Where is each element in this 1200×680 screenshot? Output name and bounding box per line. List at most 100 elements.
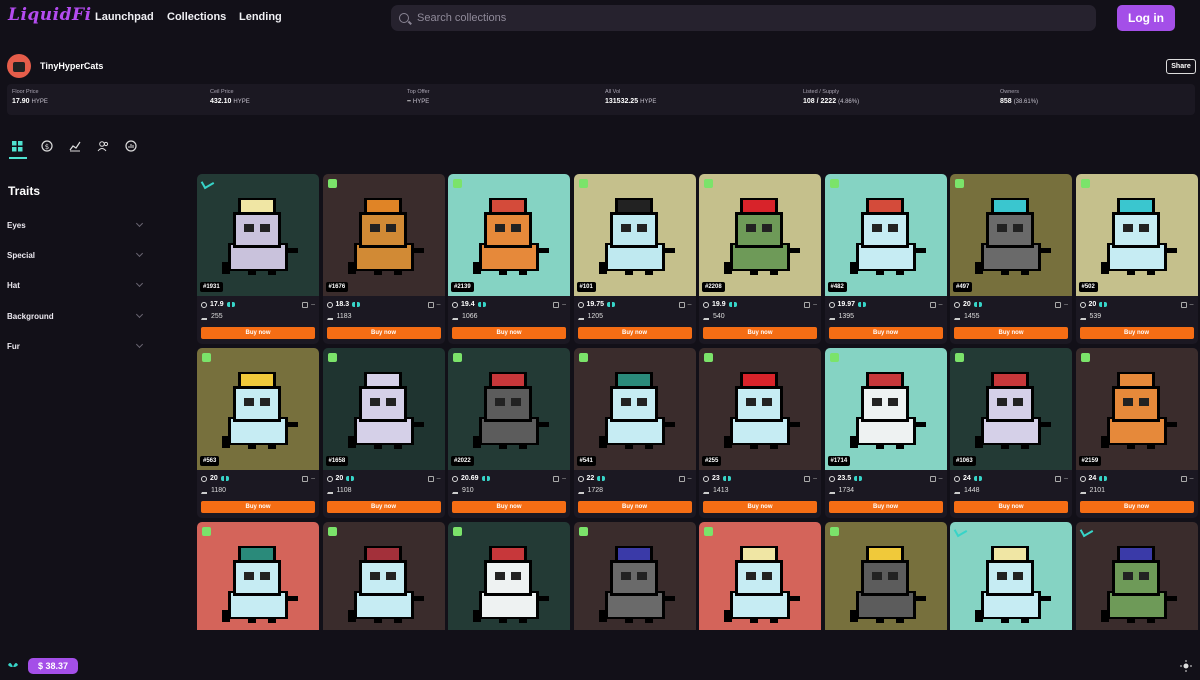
nft-card[interactable] (824, 522, 947, 630)
nft-card[interactable]: #563 20 – 1180 Buy now (197, 348, 319, 518)
nft-image[interactable] (824, 522, 947, 630)
nft-card[interactable]: #2208 19.9 – 540 Buy now (699, 174, 821, 344)
trait-filter-fur[interactable]: Fur (7, 338, 145, 354)
buy-now-button[interactable]: Buy now (201, 327, 315, 339)
nft-card[interactable]: #1063 24 – 1448 Buy now (950, 348, 1072, 518)
buy-now-button[interactable]: Buy now (577, 501, 692, 513)
nft-image[interactable]: #101 (573, 174, 696, 296)
nft-card[interactable]: #541 22 – 1728 Buy now (573, 348, 696, 518)
nft-card[interactable]: #255 23 – 1413 Buy now (699, 348, 821, 518)
trait-filter-eyes[interactable]: Eyes (7, 217, 145, 233)
offer-icon[interactable] (553, 475, 560, 482)
nft-card[interactable] (699, 522, 821, 630)
offer-icon[interactable] (804, 475, 811, 482)
search-bar[interactable] (391, 5, 1096, 31)
offer-icon[interactable] (427, 301, 434, 308)
buy-now-button[interactable]: Buy now (703, 327, 817, 339)
offer-icon[interactable] (1180, 301, 1187, 308)
nft-image[interactable]: #2022 (448, 348, 570, 470)
nft-card[interactable]: #2139 19.4 – 1066 Buy now (448, 174, 570, 344)
trait-filter-hat[interactable]: Hat (7, 277, 145, 293)
buy-now-button[interactable]: Buy now (954, 327, 1068, 339)
nft-image[interactable] (573, 522, 696, 630)
buy-now-button[interactable]: Buy now (326, 501, 441, 513)
nft-image[interactable]: #255 (699, 348, 821, 470)
nft-card[interactable] (197, 522, 319, 630)
share-button[interactable]: Share (1166, 59, 1196, 74)
nft-image[interactable]: #502 (1075, 174, 1198, 296)
tab-grid[interactable] (7, 136, 27, 159)
buy-now-button[interactable]: Buy now (703, 501, 817, 513)
nft-card[interactable] (573, 522, 696, 630)
offer-icon[interactable] (929, 301, 936, 308)
offer-icon[interactable] (427, 475, 434, 482)
nft-image[interactable]: #1931 (197, 174, 319, 296)
wallet-balance[interactable]: $ 38.37 (28, 658, 78, 674)
nft-card[interactable]: #502 20 – 539 Buy now (1075, 174, 1198, 344)
nft-card[interactable]: #482 19.97 – 1395 Buy now (824, 174, 947, 344)
offer-icon[interactable] (1055, 301, 1062, 308)
offer-icon[interactable] (302, 475, 309, 482)
nft-image[interactable]: #1714 (824, 348, 947, 470)
nft-card[interactable]: #101 19.75 – 1205 Buy now (573, 174, 696, 344)
search-input[interactable] (417, 12, 1077, 24)
nft-card[interactable]: #497 20 – 1455 Buy now (950, 174, 1072, 344)
nft-image[interactable]: #2208 (699, 174, 821, 296)
offer-icon[interactable] (553, 301, 560, 308)
nft-card[interactable]: #1714 23.5 – 1734 Buy now (824, 348, 947, 518)
offer-icon[interactable] (1180, 475, 1187, 482)
nft-image[interactable]: #2159 (1075, 348, 1198, 470)
tab-holders[interactable] (93, 136, 113, 156)
nft-image[interactable] (448, 522, 570, 630)
trait-filter-background[interactable]: Background (7, 308, 145, 324)
nft-image[interactable] (1075, 522, 1198, 630)
nft-card[interactable] (1075, 522, 1198, 630)
nft-image[interactable]: #563 (197, 348, 319, 470)
nft-image[interactable]: #1676 (322, 174, 445, 296)
nft-image[interactable]: #497 (950, 174, 1072, 296)
nav-collections[interactable]: Collections (167, 11, 226, 23)
buy-now-button[interactable]: Buy now (577, 327, 692, 339)
app-logo[interactable]: LiquidFi (8, 5, 92, 25)
nft-image[interactable] (699, 522, 821, 630)
buy-now-button[interactable]: Buy now (201, 501, 315, 513)
buy-now-button[interactable]: Buy now (828, 327, 943, 339)
nft-image[interactable]: #482 (824, 174, 947, 296)
offer-icon[interactable] (804, 301, 811, 308)
nav-launchpad[interactable]: Launchpad (95, 11, 154, 23)
nft-image[interactable] (322, 522, 445, 630)
nft-card[interactable]: #2022 20.69 – 910 Buy now (448, 348, 570, 518)
offer-icon[interactable] (302, 301, 309, 308)
nft-card[interactable] (322, 522, 445, 630)
nft-card[interactable]: #2159 24 – 2101 Buy now (1075, 348, 1198, 518)
nft-image[interactable] (197, 522, 319, 630)
tab-chart[interactable] (65, 136, 85, 156)
tab-analytics[interactable] (121, 136, 141, 156)
offer-icon[interactable] (678, 301, 685, 308)
tab-activity[interactable]: $ (37, 136, 57, 156)
nft-card[interactable] (950, 522, 1072, 630)
nft-image[interactable]: #1063 (950, 348, 1072, 470)
nft-card[interactable]: #1676 18.3 – 1183 Buy now (322, 174, 445, 344)
nav-lending[interactable]: Lending (239, 11, 282, 23)
buy-now-button[interactable]: Buy now (1079, 501, 1194, 513)
offer-icon[interactable] (1055, 475, 1062, 482)
login-button[interactable]: Log in (1117, 5, 1175, 31)
buy-now-button[interactable]: Buy now (1079, 327, 1194, 339)
nft-card[interactable]: #1931 17.9 – 255 Buy now (197, 174, 319, 344)
nft-card[interactable] (448, 522, 570, 630)
nft-image[interactable]: #541 (573, 348, 696, 470)
buy-now-button[interactable]: Buy now (828, 501, 943, 513)
buy-now-button[interactable]: Buy now (954, 501, 1068, 513)
buy-now-button[interactable]: Buy now (452, 327, 566, 339)
theme-toggle-icon[interactable] (1180, 660, 1192, 672)
nft-image[interactable]: #1658 (322, 348, 445, 470)
offer-icon[interactable] (929, 475, 936, 482)
buy-now-button[interactable]: Buy now (452, 501, 566, 513)
nft-image[interactable] (950, 522, 1072, 630)
offer-icon[interactable] (678, 475, 685, 482)
trait-filter-special[interactable]: Special (7, 247, 145, 263)
buy-now-button[interactable]: Buy now (326, 327, 441, 339)
nft-image[interactable]: #2139 (448, 174, 570, 296)
nft-card[interactable]: #1658 20 – 1108 Buy now (322, 348, 445, 518)
